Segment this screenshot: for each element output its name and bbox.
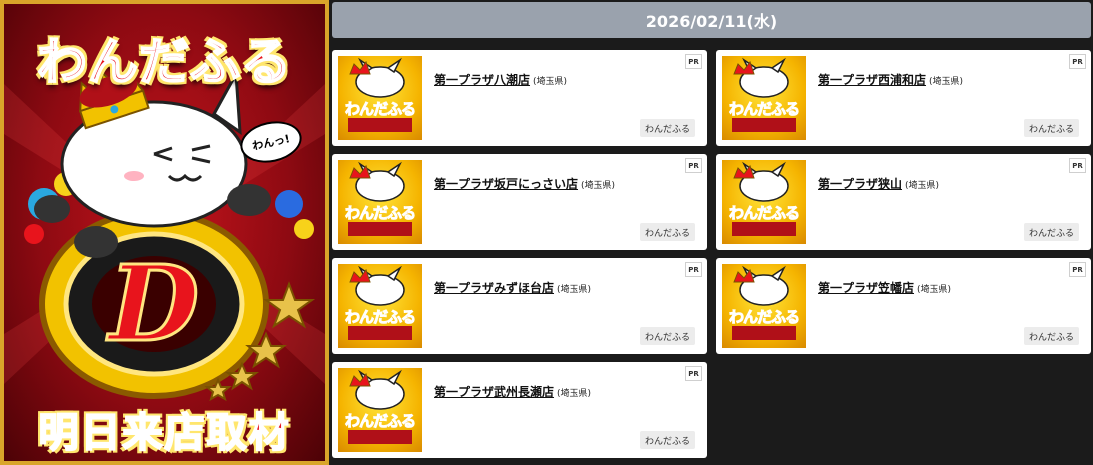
cat-thumbnail-icon: わんだふる [722, 160, 806, 244]
banner-title: わんだふる [36, 32, 292, 92]
cat-thumbnail-icon: わんだふる [338, 368, 422, 452]
date-header: 2026/02/11(水) [332, 2, 1091, 38]
cat-thumbnail-icon: わんだふる [722, 56, 806, 140]
store-prefecture: (埼玉県) [557, 389, 592, 399]
event-tag[interactable]: わんだふる [1023, 119, 1079, 137]
store-prefecture: (埼玉県) [581, 181, 616, 191]
pr-badge: PR [685, 158, 702, 173]
store-name-link[interactable]: 第一プラザ西浦和店 [818, 73, 926, 87]
event-tag[interactable]: わんだふる [1023, 327, 1079, 345]
pr-badge: PR [685, 366, 702, 381]
thumbnail-label: わんだふる [728, 100, 800, 119]
store-card[interactable]: わんだふる 第一プラザ笠幡店 (埼玉県) PR わんだふる [716, 258, 1091, 354]
cat-thumbnail-icon: わんだふる [338, 160, 422, 244]
store-prefecture: (埼玉県) [557, 285, 592, 295]
store-title-line: 第一プラザ武州長瀬店 (埼玉県) [434, 381, 591, 400]
event-tag[interactable]: わんだふる [639, 327, 695, 345]
store-title-line: 第一プラザ笠幡店 (埼玉県) [818, 277, 951, 296]
store-prefecture: (埼玉県) [533, 77, 568, 87]
event-tag[interactable]: わんだふる [1023, 223, 1079, 241]
event-tag[interactable]: わんだふる [639, 119, 695, 137]
store-card[interactable]: わんだふる 第一プラザみずほ台店 (埼玉県) PR わんだふる [332, 258, 707, 354]
store-prefecture: (埼玉県) [929, 77, 964, 87]
banner-subtitle: 明日来店取材 [38, 409, 291, 457]
pr-badge: PR [1069, 158, 1086, 173]
thumbnail-label: わんだふる [344, 412, 416, 431]
logo-letter: D [106, 242, 199, 365]
store-title-line: 第一プラザ坂戸にっさい店 (埼玉県) [434, 173, 615, 192]
store-name-link[interactable]: 第一プラザみずほ台店 [434, 281, 554, 295]
store-name-link[interactable]: 第一プラザ狭山 [818, 177, 902, 191]
thumbnail-label: わんだふる [344, 204, 416, 223]
store-card[interactable]: わんだふる 第一プラザ八潮店 (埼玉県) PR わんだふる [332, 50, 707, 146]
store-card[interactable]: わんだふる 第一プラザ狭山 (埼玉県) PR わんだふる [716, 154, 1091, 250]
store-title-line: 第一プラザ八潮店 (埼玉県) [434, 69, 567, 88]
cat-thumbnail-icon: わんだふる [338, 264, 422, 348]
thumbnail-label: わんだふる [344, 308, 416, 327]
store-prefecture: (埼玉県) [905, 181, 940, 191]
event-tag[interactable]: わんだふる [639, 223, 695, 241]
store-card[interactable]: わんだふる 第一プラザ坂戸にっさい店 (埼玉県) PR わんだふる [332, 154, 707, 250]
pr-badge: PR [1069, 262, 1086, 277]
store-name-link[interactable]: 第一プラザ八潮店 [434, 73, 530, 87]
store-title-line: 第一プラザみずほ台店 (埼玉県) [434, 277, 591, 296]
store-prefecture: (埼玉県) [917, 285, 952, 295]
cat-thumbnail-icon: わんだふる [338, 56, 422, 140]
pr-badge: PR [685, 54, 702, 69]
thumbnail-label: わんだふる [728, 204, 800, 223]
thumbnail-label: わんだふる [344, 100, 416, 119]
thumbnail-label: わんだふる [728, 308, 800, 327]
store-name-link[interactable]: 第一プラザ笠幡店 [818, 281, 914, 295]
event-tag[interactable]: わんだふる [639, 431, 695, 449]
store-title-line: 第一プラザ狭山 (埼玉県) [818, 173, 939, 192]
promo-banner[interactable]: D わんだふる わんっ! 明日来店取材 [0, 0, 329, 465]
pr-badge: PR [1069, 54, 1086, 69]
store-title-line: 第一プラザ西浦和店 (埼玉県) [818, 69, 963, 88]
store-name-link[interactable]: 第一プラザ坂戸にっさい店 [434, 177, 578, 191]
pr-badge: PR [685, 262, 702, 277]
store-name-link[interactable]: 第一プラザ武州長瀬店 [434, 385, 554, 399]
store-card[interactable]: わんだふる 第一プラザ武州長瀬店 (埼玉県) PR わんだふる [332, 362, 707, 458]
page: D わんだふる わんっ! 明日来店取材 2026/02/11(水) わんだふる … [0, 0, 1093, 465]
store-card-grid: わんだふる 第一プラザ八潮店 (埼玉県) PR わんだふる わんだふる 第一プラ… [332, 50, 1091, 458]
cat-thumbnail-icon: わんだふる [722, 264, 806, 348]
store-card[interactable]: わんだふる 第一プラザ西浦和店 (埼玉県) PR わんだふる [716, 50, 1091, 146]
